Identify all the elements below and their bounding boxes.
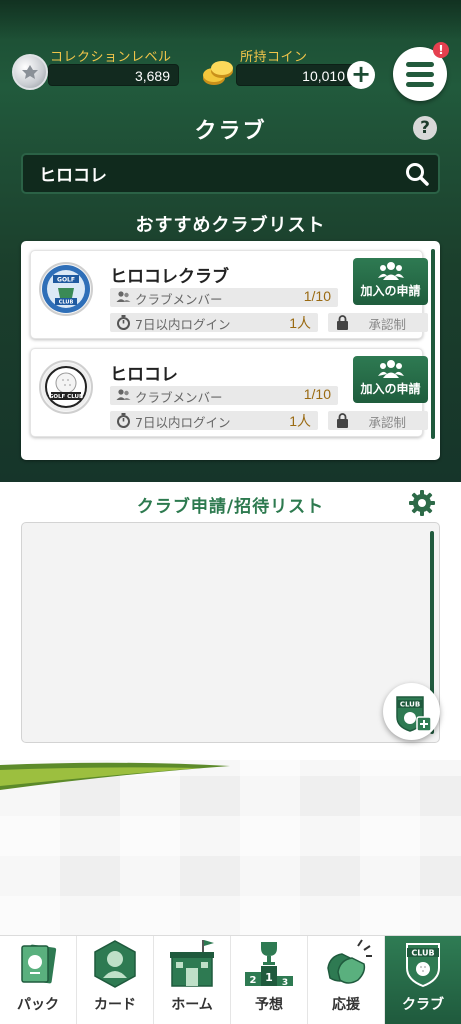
nav-label: カード [94,997,136,1013]
lock-icon [337,413,348,428]
stopwatch-icon [117,413,130,428]
member-count-row: クラブメンバー 1/10 [110,288,338,307]
login-count-row: 7日以内ログイン 1人 [110,411,318,430]
lock-icon [337,315,348,330]
approval-row: 承認制 [328,313,428,332]
collection-level-value: 3,689 [48,64,179,86]
nav-home[interactable]: ホーム [154,936,231,1024]
menu-line-icon [406,81,434,87]
member-count-row: クラブメンバー 1/10 [110,386,338,405]
join-request-label: 加入の申請 [360,382,421,396]
svg-text:GOLF CLUB: GOLF CLUB [49,394,83,400]
search-icon[interactable] [404,161,430,187]
nav-pack[interactable]: パック [0,936,77,1024]
menu-line-icon [406,61,434,67]
coin-icon [200,54,236,90]
group-icon [377,262,404,280]
coins-value: 10,010 [236,64,364,86]
nav-club[interactable]: CLUB クラブ [385,936,461,1024]
approval-label: 承認制 [368,317,406,332]
search-input[interactable] [39,155,399,192]
members-value: 1/10 [303,386,331,402]
home-icon [170,940,214,987]
svg-text:CLUB: CLUB [59,300,74,306]
notification-badge: ! [433,42,449,58]
prediction-icon: 1 2 3 [245,942,293,988]
bottom-navigation: パック カード ホーム 1 2 3 予想 応援 CLUB クラブ [0,935,461,1024]
club-add-icon: CLUB [396,696,432,732]
list-scrollbar[interactable] [431,249,435,439]
login-value: 1人 [289,315,311,331]
svg-text:2: 2 [250,975,257,986]
card-icon [94,940,136,988]
club-card[interactable]: GOLF CLUB ヒロコレクラブ クラブメンバー 1/10 7日以内ログイン … [30,250,428,339]
group-icon [377,360,404,378]
svg-text:CLUB: CLUB [411,949,434,958]
add-coins-button[interactable]: + [347,61,375,89]
pack-icon [21,944,57,984]
approval-label: 承認制 [368,415,406,430]
members-icon [116,291,131,302]
green-swoosh [0,762,230,790]
members-label: クラブメンバー [135,292,223,307]
cheer-icon [327,939,372,984]
nav-card[interactable]: カード [77,936,154,1024]
nav-label: 応援 [332,997,360,1013]
application-list-title: クラブ申請/招待リスト [136,497,325,517]
svg-text:GOLF: GOLF [57,277,75,284]
login-label: 7日以内ログイン [135,317,231,332]
nav-label: クラブ [402,997,444,1013]
login-value: 1人 [289,413,311,429]
golf-club-ball-emblem-icon: GOLF CLUB [39,360,93,414]
coins-label: 所持コイン [240,50,308,65]
svg-text:3: 3 [282,978,288,988]
login-count-row: 7日以内ログイン 1人 [110,313,318,332]
page-title: クラブ [194,119,267,144]
golf-club-blue-emblem-icon: GOLF CLUB [39,262,93,316]
svg-text:CLUB: CLUB [400,701,420,709]
join-request-label: 加入の申請 [360,284,421,298]
approval-row: 承認制 [328,411,428,430]
gear-icon[interactable] [408,489,436,517]
join-request-button[interactable]: 加入の申請 [353,356,428,403]
menu-line-icon [406,71,434,77]
collection-level-icon [12,54,48,90]
club-icon: CLUB [406,943,440,988]
create-club-button[interactable]: CLUB [383,683,440,740]
stopwatch-icon [117,315,130,330]
club-card[interactable]: GOLF CLUB ヒロコレ クラブメンバー 1/10 7日以内ログイン 1人 [30,348,428,437]
search-box [21,153,440,194]
club-name: ヒロコレ [110,360,338,388]
members-icon [116,389,131,400]
recommended-list-title: おすすめクラブリスト [135,215,326,236]
application-list[interactable] [21,522,440,743]
members-value: 1/10 [303,288,331,304]
background-decoration [0,760,461,936]
nav-label: 予想 [255,997,283,1013]
login-label: 7日以内ログイン [135,415,231,430]
svg-text:1: 1 [265,971,273,984]
nav-cheer[interactable]: 応援 [308,936,385,1024]
collection-level-label: コレクションレベル [50,50,172,65]
nav-prediction[interactable]: 1 2 3 予想 [231,936,308,1024]
recommended-club-list[interactable]: GOLF CLUB ヒロコレクラブ クラブメンバー 1/10 7日以内ログイン … [21,241,440,460]
help-button[interactable]: ? [413,116,437,140]
join-request-button[interactable]: 加入の申請 [353,258,428,305]
nav-label: パック [17,997,59,1013]
nav-label: ホーム [171,997,213,1013]
club-name: ヒロコレクラブ [110,262,338,290]
members-label: クラブメンバー [135,390,223,405]
